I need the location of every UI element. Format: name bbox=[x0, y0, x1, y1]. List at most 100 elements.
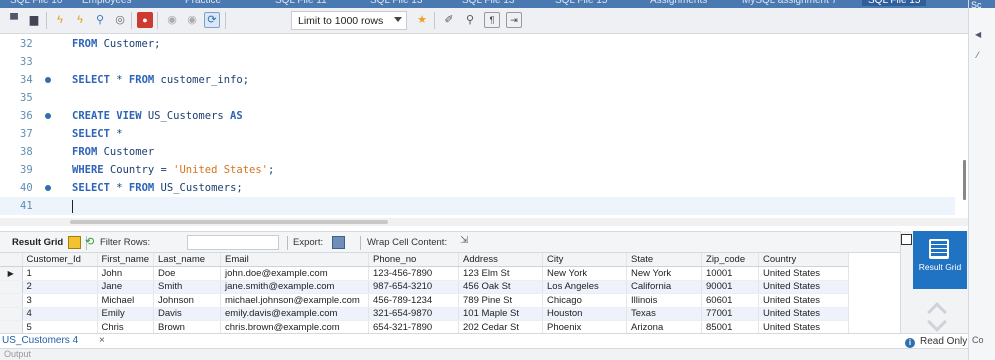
table-cell[interactable]: 85001 bbox=[701, 320, 760, 333]
table-cell[interactable]: 3 bbox=[22, 293, 98, 308]
panel-toggle-icon[interactable] bbox=[901, 234, 912, 245]
editor-line[interactable]: 39 WHERE Country = 'United States'; bbox=[0, 161, 955, 179]
limit-rows-select[interactable]: Limit to 1000 rows bbox=[291, 11, 407, 30]
table-cell[interactable]: United States bbox=[758, 320, 850, 333]
table-cell[interactable]: Davis bbox=[153, 307, 222, 321]
refresh-icon[interactable]: ⟲ bbox=[85, 235, 98, 248]
open-folder-icon[interactable]: ▀ bbox=[6, 12, 22, 28]
current-row-arrow-icon[interactable]: ▶ bbox=[0, 266, 23, 281]
table-cell[interactable]: chris.brown@example.com bbox=[220, 320, 370, 333]
table-cell[interactable]: 4 bbox=[22, 307, 98, 321]
table-cell[interactable]: John bbox=[97, 266, 155, 281]
table-cell[interactable]: Illinois bbox=[626, 293, 703, 308]
editor-line[interactable]: 40 SELECT * FROM US_Customers; bbox=[0, 179, 955, 197]
scrollbar-thumb[interactable] bbox=[70, 220, 388, 224]
table-cell[interactable]: United States bbox=[758, 293, 850, 308]
table-cell[interactable]: 123 Elm St bbox=[458, 266, 544, 281]
editor-line[interactable]: 36 CREATE VIEW US_Customers AS bbox=[0, 107, 955, 125]
editor-tab[interactable]: Practice bbox=[185, 0, 221, 6]
editor-line[interactable]: 33 bbox=[0, 53, 955, 71]
result-grid[interactable]: Customer_Id First_name Last_name Email Phone… bbox=[0, 253, 900, 333]
search-icon[interactable]: ⚲ bbox=[462, 12, 478, 28]
wrap-cell-icon[interactable]: ⇲ bbox=[460, 235, 473, 248]
column-header[interactable]: Customer_Id bbox=[22, 253, 98, 267]
editor-line[interactable]: 35 bbox=[0, 89, 955, 107]
table-row[interactable]: 4 Emily Davis emily.davis@example.com 321-65… bbox=[0, 307, 850, 321]
table-cell[interactable]: Chris bbox=[97, 320, 155, 333]
table-cell[interactable]: Phoenix bbox=[542, 320, 628, 333]
editor-tab[interactable]: SQL File 10 bbox=[10, 0, 62, 6]
invisible-chars-icon[interactable]: ¶ bbox=[484, 12, 500, 28]
editor-horizontal-scrollbar[interactable] bbox=[0, 218, 968, 226]
table-cell[interactable]: emily.davis@example.com bbox=[220, 307, 370, 321]
table-cell[interactable]: 1 bbox=[22, 266, 98, 281]
table-row[interactable]: 5 Chris Brown chris.brown@example.com 654-32… bbox=[0, 320, 850, 333]
column-header[interactable]: Last_name bbox=[153, 253, 222, 267]
row-indicator[interactable] bbox=[0, 293, 23, 308]
save-icon[interactable]: ▆ bbox=[26, 12, 42, 28]
column-header[interactable]: First_name bbox=[97, 253, 155, 267]
editor-line[interactable]: 38 FROM Customer bbox=[0, 143, 955, 161]
table-cell[interactable]: Smith bbox=[153, 280, 222, 294]
row-indicator[interactable] bbox=[0, 307, 23, 321]
grid-view-icon[interactable] bbox=[68, 236, 81, 249]
chevron-left-icon[interactable]: ◀ bbox=[975, 30, 981, 39]
export-icon[interactable] bbox=[332, 236, 345, 249]
table-cell[interactable]: 123-456-7890 bbox=[368, 266, 460, 281]
column-header[interactable]: Address bbox=[458, 253, 544, 267]
table-cell[interactable]: 90001 bbox=[701, 280, 760, 294]
table-cell[interactable]: California bbox=[626, 280, 703, 294]
editor-line[interactable]: 37 SELECT * bbox=[0, 125, 955, 143]
table-cell[interactable]: Arizona bbox=[626, 320, 703, 333]
beautify-icon[interactable]: ★ bbox=[414, 12, 430, 28]
commit-icon[interactable]: ◉ bbox=[164, 12, 180, 28]
table-row[interactable]: 3 Michael Johnson michael.johnson@example.c… bbox=[0, 293, 850, 308]
table-cell[interactable]: 321-654-9870 bbox=[368, 307, 460, 321]
table-cell[interactable]: Jane bbox=[97, 280, 155, 294]
table-cell[interactable]: Houston bbox=[542, 307, 628, 321]
table-row[interactable]: 2 Jane Smith jane.smith@example.com 987-654-… bbox=[0, 280, 850, 294]
table-cell[interactable]: 456-789-1234 bbox=[368, 293, 460, 308]
table-cell[interactable]: United States bbox=[758, 280, 850, 294]
sql-editor[interactable]: 32 FROM Customer; 33 34 SELECT * FROM custom… bbox=[0, 35, 968, 220]
editor-tab[interactable]: Assignments bbox=[650, 0, 707, 6]
rollback-icon[interactable]: ◉ bbox=[184, 12, 200, 28]
column-header[interactable]: Phone_no bbox=[368, 253, 460, 267]
table-cell[interactable]: michael.johnson@example.com bbox=[220, 293, 370, 308]
editor-tab[interactable]: SQL File 15 bbox=[862, 0, 927, 6]
column-header[interactable]: Zip_code bbox=[701, 253, 760, 267]
find-replace-icon[interactable]: ✐ bbox=[441, 12, 457, 28]
column-header[interactable]: Country bbox=[758, 253, 850, 267]
column-header[interactable]: Email bbox=[220, 253, 370, 267]
table-cell[interactable]: jane.smith@example.com bbox=[220, 280, 370, 294]
column-header[interactable]: City bbox=[542, 253, 628, 267]
table-cell[interactable]: Brown bbox=[153, 320, 222, 333]
table-cell[interactable]: 77001 bbox=[701, 307, 760, 321]
table-cell[interactable]: 5 bbox=[22, 320, 98, 333]
editor-tab[interactable]: SQL File 13 bbox=[370, 0, 422, 6]
editor-tab[interactable]: SQL File 11 bbox=[275, 0, 327, 6]
table-cell[interactable]: 987-654-3210 bbox=[368, 280, 460, 294]
table-cell[interactable]: Emily bbox=[97, 307, 155, 321]
editor-tab[interactable]: MySQL assignment 7 bbox=[742, 0, 837, 6]
table-cell[interactable]: Johnson bbox=[153, 293, 222, 308]
table-cell[interactable]: Texas bbox=[626, 307, 703, 321]
table-cell[interactable]: United States bbox=[758, 307, 850, 321]
table-cell[interactable]: Chicago bbox=[542, 293, 628, 308]
stop-icon[interactable]: ◎ bbox=[112, 12, 128, 28]
table-cell[interactable]: 60601 bbox=[701, 293, 760, 308]
editor-tab[interactable]: SQL File 15 bbox=[555, 0, 607, 6]
row-indicator[interactable] bbox=[0, 320, 23, 333]
result-tab-us-customers[interactable]: US_Customers 4 bbox=[2, 335, 78, 346]
close-icon[interactable]: × bbox=[99, 335, 105, 346]
filter-rows-input[interactable] bbox=[187, 235, 279, 250]
table-cell[interactable]: New York bbox=[626, 266, 703, 281]
row-indicator[interactable] bbox=[0, 280, 23, 294]
table-cell[interactable]: 654-321-7890 bbox=[368, 320, 460, 333]
table-cell[interactable]: Michael bbox=[97, 293, 155, 308]
table-cell[interactable]: 2 bbox=[22, 280, 98, 294]
stop-on-error-icon[interactable]: ● bbox=[137, 12, 153, 28]
editor-tab[interactable]: Employees bbox=[82, 0, 131, 6]
table-cell[interactable]: United States bbox=[758, 266, 850, 281]
explain-icon[interactable]: ⚲ bbox=[92, 12, 108, 28]
